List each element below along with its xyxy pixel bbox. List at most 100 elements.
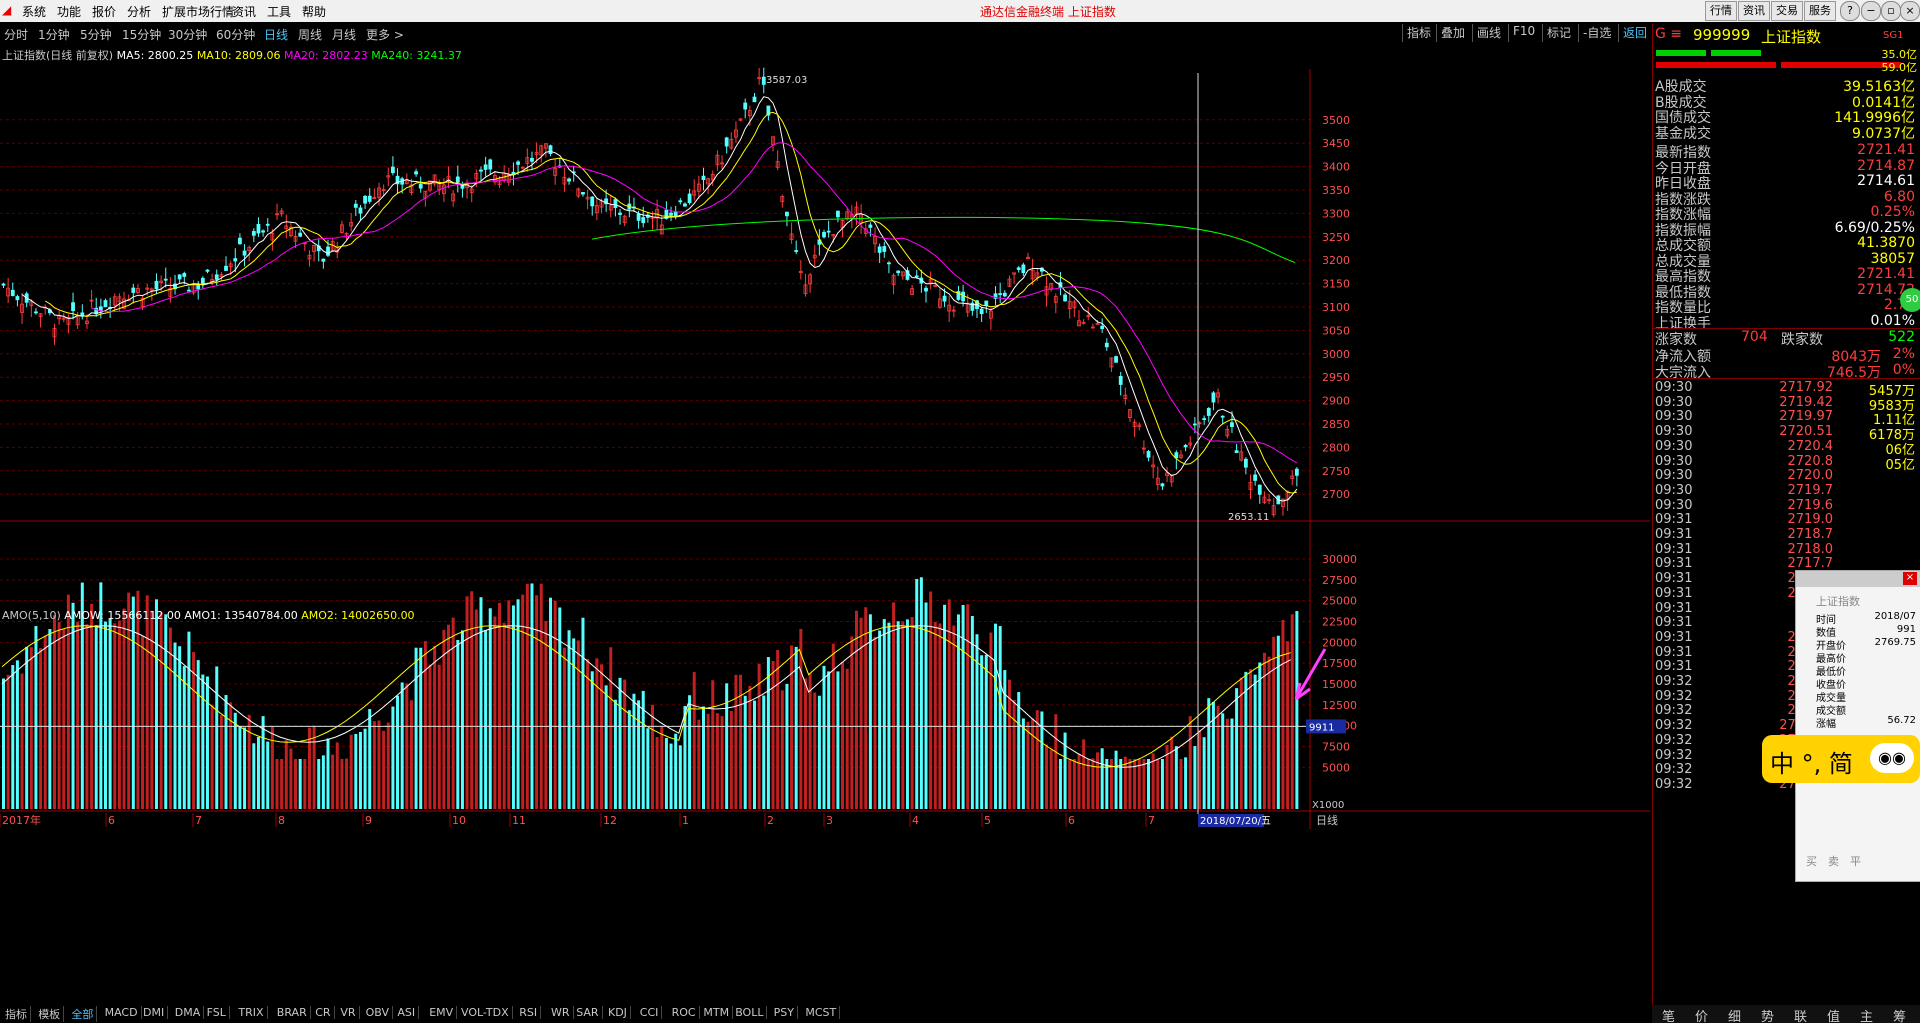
menu-function[interactable]: 功能: [57, 3, 81, 20]
news-button[interactable]: 资讯: [1738, 1, 1770, 21]
price-tick-label: 3400: [1322, 161, 1350, 174]
close-icon[interactable]: ×: [1903, 572, 1917, 585]
volume-bar: [275, 759, 279, 809]
volume-bar: [706, 713, 710, 809]
candle-body: [687, 193, 692, 204]
period-weekly[interactable]: 周线: [298, 26, 322, 43]
stat-value: 38057: [1870, 250, 1915, 267]
trade-button[interactable]: 交易: [1771, 1, 1803, 21]
candle-body: [1118, 376, 1123, 385]
menu-news[interactable]: 资讯: [232, 3, 256, 20]
candle-body: [877, 246, 882, 253]
volume-bar: [386, 722, 390, 809]
right-tab[interactable]: 主: [1860, 1006, 1873, 1023]
quote-button[interactable]: 行情: [1705, 1, 1737, 21]
volume-bar: [210, 704, 214, 809]
volume-bar: [595, 658, 599, 809]
volume-bar: [919, 577, 923, 809]
candle-body: [34, 311, 38, 314]
volume-bar: [15, 660, 19, 809]
stock-flag-icon: G ≡: [1655, 26, 1683, 42]
tick-time: 09:32: [1655, 732, 1693, 748]
volume-bar: [609, 647, 613, 809]
price-tick-label: 3500: [1322, 114, 1350, 127]
service-button[interactable]: 服务: [1804, 1, 1836, 21]
tool-watchlist[interactable]: -自选: [1578, 24, 1611, 42]
volume-bar: [748, 685, 752, 809]
menu-quote[interactable]: 报价: [92, 3, 116, 20]
candle-body: [669, 212, 673, 216]
volume-bar: [600, 664, 604, 809]
volume-bar: [576, 640, 580, 809]
volume-bar: [233, 712, 237, 809]
candle-body: [187, 289, 191, 292]
tool-back[interactable]: 返回: [1618, 24, 1647, 42]
tool-draw[interactable]: 画线: [1472, 24, 1501, 42]
period-1min[interactable]: 1分钟: [38, 26, 70, 43]
menu-help[interactable]: 帮助: [302, 3, 326, 20]
menu-ext-market[interactable]: 扩展市场行情: [162, 3, 234, 20]
volume-bar: [113, 623, 117, 809]
candle-body: [979, 308, 984, 315]
minimize-icon[interactable]: −: [1861, 1, 1881, 21]
volume-bar: [414, 647, 418, 809]
volume-bar: [1276, 635, 1280, 809]
help-icon[interactable]: ?: [1840, 1, 1860, 21]
period-5min[interactable]: 5分钟: [80, 26, 112, 43]
period-30min[interactable]: 30分钟: [168, 26, 207, 43]
volume-bar: [484, 630, 488, 809]
period-label: 日线: [1316, 813, 1338, 827]
volume-bar: [62, 628, 66, 809]
tool-indicator[interactable]: 指标: [1402, 24, 1431, 42]
kline-chart[interactable]: 3500 3450 3400 3350 3300 3250 3200 3150 3100 3050…: [0, 44, 1650, 1023]
menu-system[interactable]: 系统: [22, 3, 46, 20]
volume-bar: [660, 726, 664, 809]
volume-bar: [502, 622, 506, 809]
volume-bar: [201, 674, 205, 809]
volume-bar: [6, 674, 10, 809]
volume-bar: [451, 617, 455, 809]
period-fenshi[interactable]: 分时: [4, 26, 28, 43]
green-badge[interactable]: 50: [1900, 288, 1920, 312]
volume-bar: [1072, 759, 1076, 809]
period-monthly[interactable]: 月线: [332, 26, 356, 43]
volume-bar: [734, 674, 738, 809]
ma10-line: [44, 111, 1297, 494]
right-tab[interactable]: 筹: [1893, 1006, 1906, 1023]
ime-toolbar[interactable]: 中 °, 简 ◉◉: [1762, 735, 1920, 783]
right-tab[interactable]: 值: [1827, 1006, 1840, 1023]
right-tab[interactable]: 细: [1728, 1006, 1741, 1023]
price-tick-label: 3250: [1322, 231, 1350, 244]
candle-body: [1220, 415, 1225, 418]
sell-label[interactable]: 卖: [1828, 853, 1839, 869]
right-tab[interactable]: 联: [1794, 1006, 1807, 1023]
volume-bar: [558, 607, 562, 809]
menu-analysis[interactable]: 分析: [127, 3, 151, 20]
volume-bar: [382, 730, 386, 809]
menu-tools[interactable]: 工具: [267, 3, 291, 20]
period-more[interactable]: 更多 >: [366, 26, 404, 43]
candle-body: [673, 211, 678, 218]
volume-bar: [345, 758, 349, 809]
tool-overlay[interactable]: 叠加: [1436, 24, 1465, 42]
period-15min[interactable]: 15分钟: [122, 26, 161, 43]
volume-bar: [196, 660, 200, 809]
volume-bar: [1137, 759, 1141, 809]
volume-bar: [535, 595, 539, 809]
right-tab[interactable]: 势: [1761, 1006, 1774, 1023]
right-tab[interactable]: 价: [1695, 1006, 1708, 1023]
tool-mark[interactable]: 标记: [1542, 24, 1571, 42]
period-daily[interactable]: 日线: [264, 26, 288, 43]
candle-body: [483, 164, 488, 170]
candle-body: [265, 223, 270, 226]
close-icon[interactable]: ×: [1900, 1, 1920, 21]
right-tab[interactable]: 笔: [1662, 1006, 1675, 1023]
volume-bar: [873, 636, 877, 809]
flat-label[interactable]: 平: [1850, 853, 1861, 869]
price-tick-label: 2750: [1322, 465, 1350, 478]
period-60min[interactable]: 60分钟: [216, 26, 255, 43]
restore-icon[interactable]: ▫: [1881, 1, 1901, 21]
tool-f10[interactable]: F10: [1508, 24, 1535, 42]
buy-label[interactable]: 买: [1806, 853, 1817, 869]
data-window[interactable]: × 上证指数 时间 2018/07 数值 991 开盘价 2769.75 最高价 最低价 收盘价…: [1795, 570, 1920, 882]
